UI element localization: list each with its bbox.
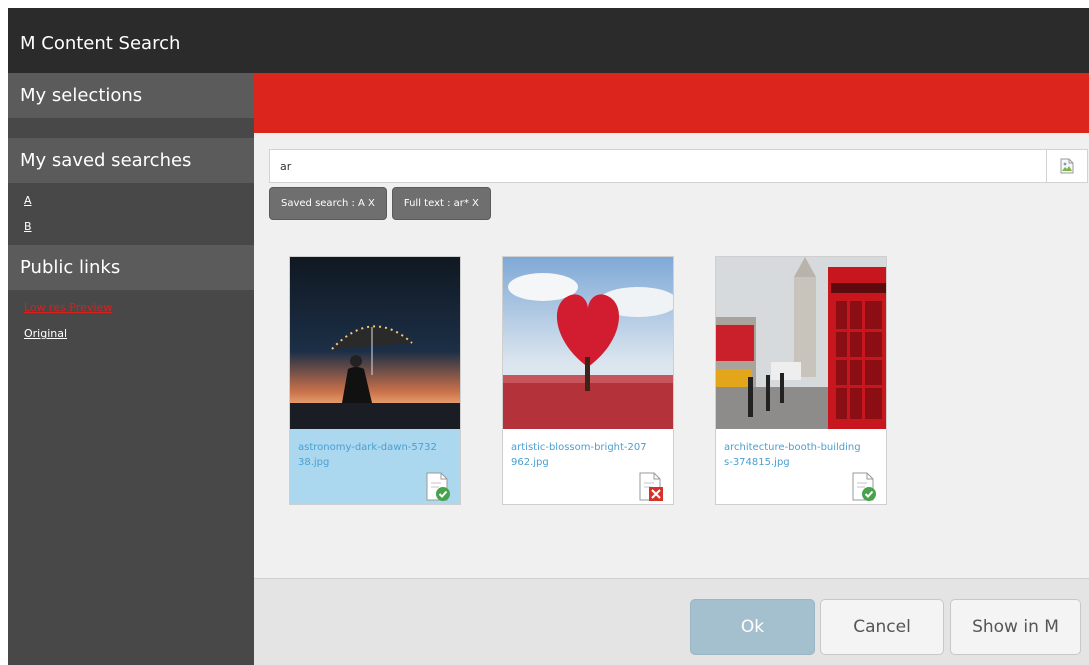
error-icon xyxy=(639,472,663,501)
chip-full-text[interactable]: Full text : ar* X xyxy=(391,187,491,220)
result-card[interactable]: astronomy-dark-dawn-573238.jpg xyxy=(289,256,461,505)
result-filename: artistic-blossom-bright-207962.jpg xyxy=(511,442,647,468)
result-thumbnail xyxy=(716,257,886,429)
ok-button[interactable]: Ok xyxy=(690,599,815,655)
chip-saved-search[interactable]: Saved search : A X xyxy=(269,187,387,220)
cancel-button[interactable]: Cancel xyxy=(820,599,944,655)
search-input[interactable] xyxy=(269,149,1047,183)
search-button[interactable] xyxy=(1046,149,1088,183)
check-icon xyxy=(426,472,450,501)
accent-header-bar xyxy=(254,73,1089,133)
public-link-low-res-preview[interactable]: Low res Preview xyxy=(8,295,254,321)
filter-chips: Saved search : A X Full text : ar* X xyxy=(269,187,491,220)
main-panel: Saved search : A X Full text : ar* X xyxy=(254,73,1089,665)
sidebar-heading-saved-searches: My saved searches xyxy=(8,138,254,183)
saved-search-link-b[interactable]: B xyxy=(8,214,254,240)
show-in-m-button[interactable]: Show in M xyxy=(950,599,1081,655)
check-icon xyxy=(852,472,876,501)
saved-search-link-a[interactable]: A xyxy=(8,188,254,214)
result-card[interactable]: artistic-blossom-bright-207962.jpg xyxy=(502,256,674,505)
result-thumbnail xyxy=(503,257,673,429)
broken-image-icon xyxy=(1060,158,1074,174)
window-title: M Content Search xyxy=(8,8,1089,73)
result-filename: architecture-booth-buildings-374815.jpg xyxy=(724,442,861,468)
result-thumbnail xyxy=(290,257,460,429)
sidebar: My selections My saved searches A B Publ… xyxy=(8,73,254,665)
sidebar-heading-public-links: Public links xyxy=(8,245,254,290)
public-link-original[interactable]: Original xyxy=(8,321,254,347)
dialog-footer: Ok Cancel Show in M xyxy=(254,578,1089,665)
sidebar-item-my-selections[interactable]: My selections xyxy=(8,73,254,118)
result-card[interactable]: architecture-booth-buildings-374815.jpg xyxy=(715,256,887,505)
result-filename: astronomy-dark-dawn-573238.jpg xyxy=(298,442,437,468)
